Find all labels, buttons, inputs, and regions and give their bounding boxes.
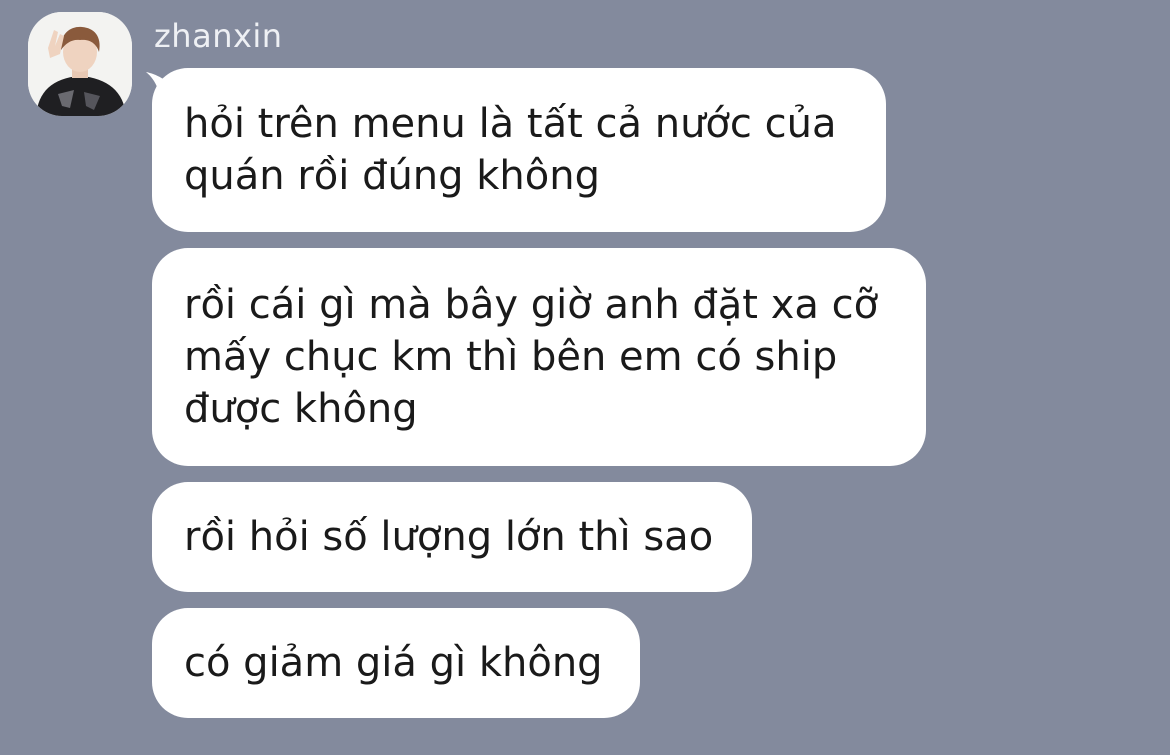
user-photo-icon [28,12,132,116]
message-bubble[interactable]: rồi cái gì mà bây giờ anh đặt xa cỡ mấy … [152,248,926,466]
message-bubble[interactable]: rồi hỏi số lượng lớn thì sao [152,482,752,592]
message-text: có giảm giá gì không [184,640,603,686]
message-text: rồi hỏi số lượng lớn thì sao [184,514,714,560]
message-bubble[interactable]: hỏi trên menu là tất cả nước của quán rồ… [152,68,886,232]
avatar[interactable] [28,12,132,116]
message-text: hỏi trên menu là tất cả nước của quán rồ… [184,101,837,199]
sender-name: zhanxin [154,17,283,55]
message-text: rồi cái gì mà bây giờ anh đặt xa cỡ mấy … [184,282,879,432]
message-bubble[interactable]: có giảm giá gì không [152,608,640,718]
